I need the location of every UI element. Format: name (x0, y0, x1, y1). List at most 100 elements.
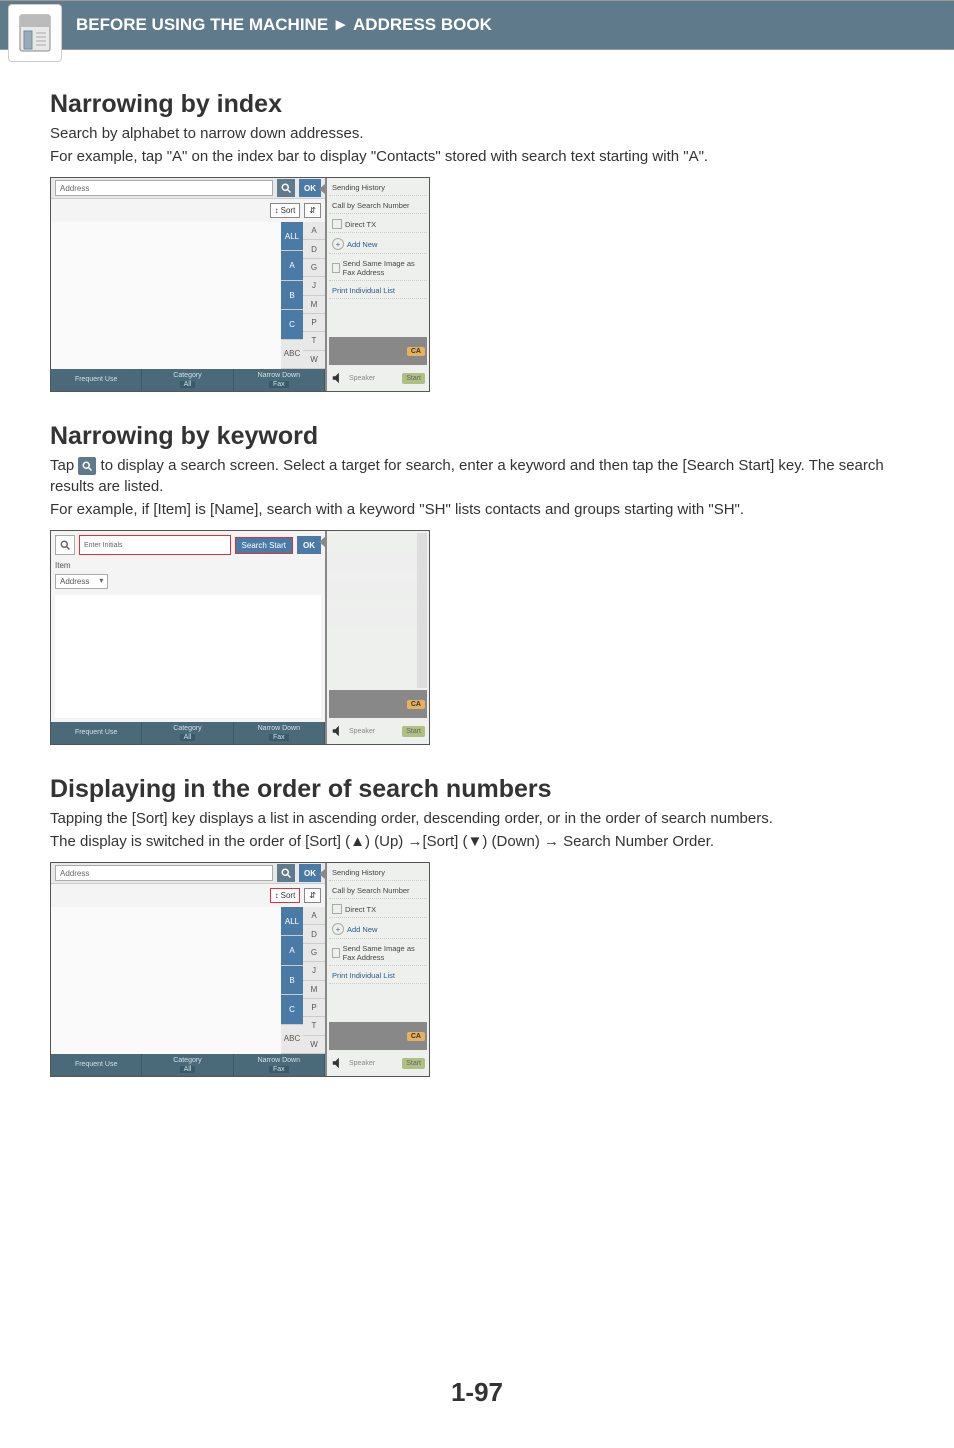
breadcrumb-part1[interactable]: BEFORE USING THE MACHINE (76, 15, 328, 35)
result-placeholder (329, 580, 417, 599)
index-a[interactable]: A (281, 251, 303, 280)
sort-mode-button[interactable]: ⇵ (304, 888, 321, 903)
frequent-use-tab[interactable]: Frequent Use (51, 369, 142, 391)
result-placeholder (329, 553, 417, 572)
speaker-label: Speaker (349, 375, 375, 382)
index-p[interactable]: P (303, 314, 325, 332)
index-b[interactable]: B (281, 966, 303, 995)
section1-title: Narrowing by index (50, 90, 904, 119)
section3-p2: The display is switched in the order of … (50, 831, 904, 852)
section2-p1: Tap to display a search screen. Select a… (50, 455, 904, 497)
item-dropdown[interactable]: Address (55, 574, 108, 589)
section2-title: Narrowing by keyword (50, 422, 904, 451)
index-abc[interactable]: ABC (281, 1025, 303, 1054)
address-field[interactable]: Address (55, 180, 273, 196)
index-a2[interactable]: A (303, 907, 325, 925)
sort-asc-button[interactable]: ↕Sort (270, 888, 301, 903)
index-d[interactable]: D (303, 925, 325, 943)
ok-button[interactable]: OK (297, 536, 321, 554)
print-individual-list-item[interactable]: Print Individual List (329, 283, 427, 299)
send-same-image-item[interactable]: Send Same Image as Fax Address (329, 256, 427, 281)
call-by-search-number-item[interactable]: Call by Search Number (329, 198, 427, 214)
index-c[interactable]: C (281, 310, 303, 339)
plus-icon: + (332, 923, 344, 935)
speaker-icon[interactable] (331, 724, 345, 738)
category-tab[interactable]: CategoryAll (142, 1054, 233, 1076)
start-button[interactable]: Start (402, 726, 425, 737)
ca-button[interactable]: CA (407, 347, 425, 356)
direct-tx-item[interactable]: Direct TX (329, 216, 427, 233)
index-m[interactable]: M (303, 981, 325, 999)
ok-button[interactable]: OK (299, 179, 321, 197)
checkbox-icon[interactable] (332, 904, 342, 914)
index-j[interactable]: J (303, 277, 325, 295)
index-g[interactable]: G (303, 259, 325, 277)
start-button[interactable]: Start (402, 373, 425, 384)
section1-p1: Search by alphabet to narrow down addres… (50, 123, 904, 144)
section1-p2: For example, tap "A" on the index bar to… (50, 146, 904, 167)
search-icon[interactable] (55, 535, 75, 555)
index-w[interactable]: W (303, 1036, 325, 1054)
scrollbar[interactable] (417, 533, 427, 688)
print-individual-list-item[interactable]: Print Individual List (329, 968, 427, 984)
search-icon[interactable] (277, 864, 295, 882)
ca-button[interactable]: CA (407, 700, 425, 709)
breadcrumb-part2[interactable]: ADDRESS BOOK (353, 15, 492, 35)
direct-tx-item[interactable]: Direct TX (329, 901, 427, 918)
add-new-item[interactable]: +Add New (329, 920, 427, 939)
index-w[interactable]: W (303, 351, 325, 369)
frequent-use-tab[interactable]: Frequent Use (51, 1054, 142, 1076)
sort-mode-button[interactable]: ⇵ (304, 203, 321, 218)
category-tab[interactable]: CategoryAll (142, 722, 233, 744)
search-icon (78, 457, 96, 475)
add-new-item[interactable]: +Add New (329, 235, 427, 254)
index-a[interactable]: A (281, 936, 303, 965)
index-g[interactable]: G (303, 944, 325, 962)
index-t[interactable]: T (303, 332, 325, 350)
sending-history-item[interactable]: Sending History (329, 180, 427, 196)
category-tab[interactable]: CategoryAll (142, 369, 233, 391)
index-j[interactable]: J (303, 962, 325, 980)
initials-input[interactable]: Enter Initials (79, 535, 231, 555)
index-m[interactable]: M (303, 296, 325, 314)
index-a2[interactable]: A (303, 222, 325, 240)
checkbox-icon[interactable] (332, 263, 340, 273)
checkbox-icon[interactable] (332, 948, 340, 958)
ok-button[interactable]: OK (299, 864, 321, 882)
panel-arrow-icon[interactable] (319, 537, 325, 547)
panel-arrow-icon[interactable] (319, 869, 325, 879)
start-button[interactable]: Start (402, 1058, 425, 1069)
address-field[interactable]: Address (55, 865, 273, 881)
index-abc[interactable]: ABC (281, 340, 303, 369)
contact-list (51, 907, 281, 1054)
search-start-button[interactable]: Search Start (235, 537, 293, 554)
ca-button[interactable]: CA (407, 1032, 425, 1041)
speaker-label: Speaker (349, 728, 375, 735)
result-placeholder (329, 607, 417, 626)
narrow-down-tab[interactable]: Narrow DownFax (234, 722, 325, 744)
index-p[interactable]: P (303, 999, 325, 1017)
contact-list (51, 222, 281, 369)
index-all[interactable]: ALL (281, 222, 303, 251)
send-same-image-item[interactable]: Send Same Image as Fax Address (329, 941, 427, 966)
checkbox-icon[interactable] (332, 219, 342, 229)
index-t[interactable]: T (303, 1017, 325, 1035)
frequent-use-tab[interactable]: Frequent Use (51, 722, 142, 744)
index-bar: ALL A B C ABC A D G J M P T W (281, 222, 325, 369)
sort-asc-button[interactable]: ↕Sort (270, 203, 301, 218)
index-c[interactable]: C (281, 995, 303, 1024)
speaker-label: Speaker (349, 1060, 375, 1067)
sending-history-item[interactable]: Sending History (329, 865, 427, 881)
speaker-icon[interactable] (331, 371, 345, 385)
index-all[interactable]: ALL (281, 907, 303, 936)
search-screen: Enter Initials Search Start OK Item Addr… (50, 530, 430, 745)
call-by-search-number-item[interactable]: Call by Search Number (329, 883, 427, 899)
narrow-down-tab[interactable]: Narrow DownFax (234, 369, 325, 391)
narrow-down-tab[interactable]: Narrow DownFax (234, 1054, 325, 1076)
speaker-icon[interactable] (331, 1056, 345, 1070)
index-b[interactable]: B (281, 281, 303, 310)
index-d[interactable]: D (303, 240, 325, 258)
search-icon[interactable] (277, 179, 295, 197)
search-results (55, 595, 321, 718)
panel-arrow-icon[interactable] (319, 184, 325, 194)
